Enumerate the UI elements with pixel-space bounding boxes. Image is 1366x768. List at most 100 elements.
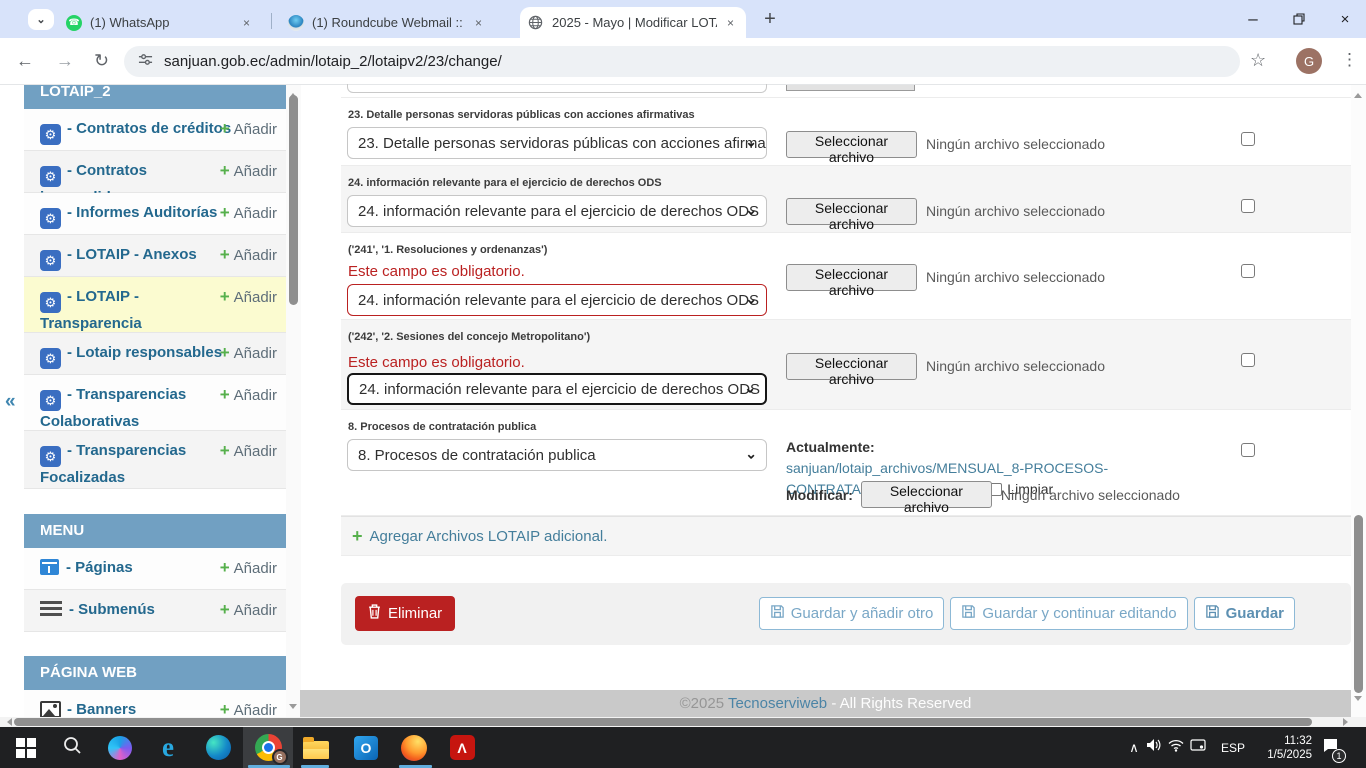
add-link[interactable]: +Añadir	[220, 286, 277, 308]
tab-search-button[interactable]: ⌄	[28, 9, 54, 30]
taskbar-outlook-button[interactable]	[344, 727, 388, 768]
taskbar-search-button[interactable]	[50, 727, 94, 768]
page-horizontal-scrollbar[interactable]	[0, 717, 1366, 727]
field-select[interactable]: 23. Detalle personas servidoras públicas…	[347, 127, 767, 159]
add-link[interactable]: +Añadir	[220, 118, 277, 140]
sidebar-collapse-button[interactable]: «	[5, 391, 16, 413]
tab-active-lotaip[interactable]: 2025 - Mayo | Modificar LOTAIP ×	[520, 7, 746, 38]
add-link[interactable]: +Añadir	[220, 384, 277, 406]
sidebar-scrollbar-thumb[interactable]	[289, 95, 298, 305]
scroll-left-arrow[interactable]	[3, 718, 12, 726]
window-restore-button[interactable]	[1276, 0, 1322, 38]
address-bar[interactable]: sanjuan.gob.ec/admin/lotaip_2/lotaipv2/2…	[124, 46, 1240, 77]
delete-checkbox[interactable]	[1241, 132, 1255, 146]
profile-avatar[interactable]: G	[1296, 48, 1322, 74]
taskbar-edge-button[interactable]	[196, 727, 240, 768]
file-select-button[interactable]: Seleccionar archivo	[786, 264, 917, 291]
delete-checkbox[interactable]	[1241, 353, 1255, 367]
select-chevron-icon: ⌄	[745, 201, 757, 218]
window-minimize-button[interactable]: –	[1230, 0, 1276, 38]
sidebar-item-informes-auditorias[interactable]: ⚙- Informes Auditorías +Añadir	[24, 193, 286, 235]
windows-taskbar: G ∧ ESP 11:32 1/5/2025	[0, 727, 1366, 768]
scroll-right-arrow[interactable]	[1343, 718, 1352, 726]
sidebar-item-submenus[interactable]: - Submenús +Añadir	[24, 590, 286, 632]
url-text[interactable]: sanjuan.gob.ec/admin/lotaip_2/lotaipv2/2…	[164, 53, 502, 70]
site-settings-icon[interactable]	[138, 52, 153, 72]
notification-center-button[interactable]: 1	[1322, 727, 1339, 768]
tray-chevron-up[interactable]: ∧	[1122, 727, 1146, 768]
sidebar-item-banners[interactable]: - Banners +Añadir	[24, 690, 286, 717]
new-tab-button[interactable]: +	[756, 5, 784, 33]
save-and-continue-button[interactable]: Guardar y continuar editando	[950, 597, 1187, 630]
field-select[interactable]: 24. información relevante para el ejerci…	[347, 195, 767, 227]
sidebar-item-lotaip-transparencia-selected[interactable]: ⚙- LOTAIP - Transparencia +Añadir	[24, 277, 286, 333]
tab-close-icon[interactable]: ×	[723, 16, 738, 30]
add-link[interactable]: +Añadir	[220, 440, 277, 462]
add-link[interactable]: +Añadir	[220, 699, 277, 717]
sidebar-section-lotaip2: LOTAIP_2	[24, 85, 286, 109]
footer-brand-link[interactable]: Tecnoserviweb	[728, 695, 827, 712]
scroll-down-arrow[interactable]	[1354, 696, 1362, 705]
sidebar-item-contratos-incumplidos[interactable]: ⚙- Contratos incumplidos +Añadir	[24, 151, 286, 193]
tab-close-icon[interactable]: ×	[471, 16, 486, 30]
tray-volume-button[interactable]	[1146, 727, 1162, 768]
forward-button[interactable]: →	[56, 51, 74, 72]
add-link[interactable]: +Añadir	[220, 599, 277, 621]
language-indicator[interactable]: ESP	[1214, 727, 1252, 768]
clock-date: 1/5/2025	[1250, 748, 1312, 762]
scroll-up-arrow[interactable]	[1354, 89, 1362, 98]
tray-wifi-button[interactable]	[1168, 727, 1184, 768]
file-select-button[interactable]: Seleccionar archivo	[786, 198, 917, 225]
tab-whatsapp[interactable]: ☎ (1) WhatsApp ×	[58, 7, 262, 38]
vertical-scrollbar-thumb[interactable]	[1354, 515, 1363, 693]
plus-icon: +	[220, 441, 230, 460]
tab-close-icon[interactable]: ×	[239, 16, 254, 30]
tray-display-button[interactable]	[1190, 727, 1206, 768]
browser-menu-icon[interactable]: ⋮	[1341, 50, 1358, 70]
delete-checkbox[interactable]	[1241, 443, 1255, 457]
add-link[interactable]: +Añadir	[220, 244, 277, 266]
horizontal-scrollbar-thumb[interactable]	[14, 718, 1312, 726]
file-select-button[interactable]: Seleccionar archivo	[786, 353, 917, 380]
plus-icon: +	[220, 385, 230, 404]
delete-checkbox[interactable]	[1241, 264, 1255, 278]
add-link[interactable]: +Añadir	[220, 202, 277, 224]
scroll-down-arrow[interactable]	[289, 704, 297, 713]
sidebar-item-contratos-creditos[interactable]: ⚙- Contratos de créditos +Añadir	[24, 109, 286, 151]
taskbar-acrobat-button[interactable]	[440, 727, 484, 768]
field-select-focused[interactable]: 24. información relevante para el ejerci…	[347, 373, 767, 405]
field-select[interactable]: 8. Procesos de contratación publica ⌄	[347, 439, 767, 471]
delete-button[interactable]: Eliminar	[355, 596, 455, 631]
page-vertical-scrollbar[interactable]	[1351, 85, 1366, 717]
save-button[interactable]: Guardar	[1194, 597, 1295, 630]
start-button[interactable]	[4, 727, 48, 768]
sidebar-scrollbar[interactable]	[286, 85, 301, 717]
sidebar-item-lotaip-responsables[interactable]: ⚙- Lotaip responsables +Añadir	[24, 333, 286, 375]
add-link[interactable]: +Añadir	[220, 557, 277, 579]
file-select-button[interactable]: Seleccionar archivo	[786, 131, 917, 158]
bookmark-star-icon[interactable]: ☆	[1250, 50, 1266, 71]
taskbar-file-explorer-button[interactable]	[294, 727, 338, 768]
reload-button[interactable]: ↻	[94, 51, 109, 72]
tab-roundcube[interactable]: (1) Roundcube Webmail :: Entra ×	[280, 7, 494, 38]
taskbar-internet-explorer-button[interactable]	[146, 727, 190, 768]
sidebar-item-transparencias-focalizadas[interactable]: ⚙- Transparencias Focalizadas +Añadir	[24, 431, 286, 489]
file-select-button[interactable]: Seleccionar archivo	[861, 481, 992, 508]
delete-checkbox[interactable]	[1241, 199, 1255, 213]
field-select-error[interactable]: 24. información relevante para el ejerci…	[347, 284, 767, 316]
tab-title: 2025 - Mayo | Modificar LOTAIP	[552, 15, 717, 30]
taskbar-clock[interactable]: 11:32 1/5/2025	[1250, 734, 1312, 762]
add-link[interactable]: +Añadir	[220, 342, 277, 364]
page-content: « LOTAIP_2 ⚙- Contratos de créditos +Aña…	[0, 85, 1366, 717]
add-lotaip-file-link[interactable]: Agregar Archivos LOTAIP adicional.	[370, 528, 608, 545]
add-link[interactable]: +Añadir	[220, 160, 277, 182]
window-close-button[interactable]: ×	[1322, 0, 1366, 38]
sidebar-item-paginas[interactable]: - Páginas +Añadir	[24, 548, 286, 590]
taskbar-firefox-button[interactable]	[392, 727, 436, 768]
taskbar-chrome-button-active[interactable]: G	[246, 727, 290, 768]
sidebar-item-transparencias-colaborativas[interactable]: ⚙- Transparencias Colaborativas +Añadir	[24, 375, 286, 431]
save-and-add-button[interactable]: Guardar y añadir otro	[759, 597, 945, 630]
sidebar-item-lotaip-anexos[interactable]: ⚙- LOTAIP - Anexos +Añadir	[24, 235, 286, 277]
taskbar-copilot-button[interactable]	[98, 727, 142, 768]
back-button[interactable]: ←	[16, 51, 34, 72]
